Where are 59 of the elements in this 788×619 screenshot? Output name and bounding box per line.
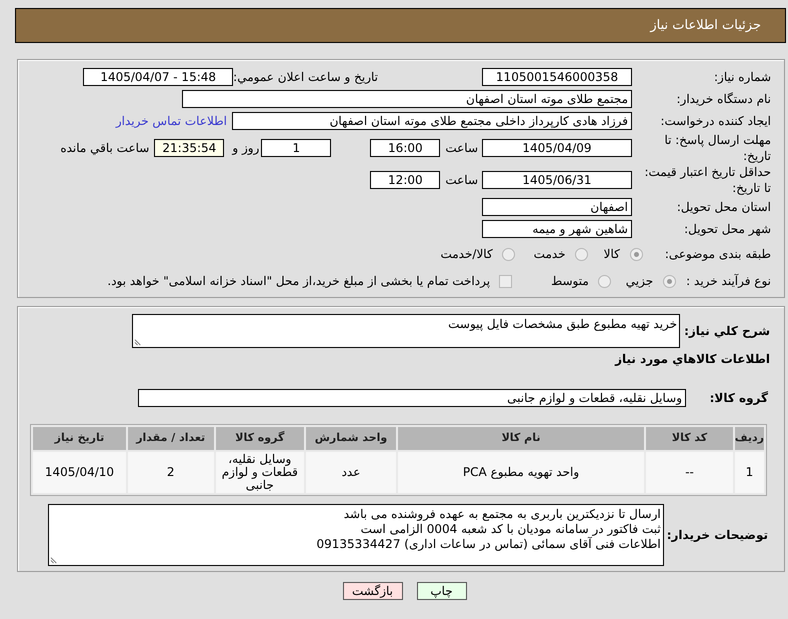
back-button[interactable]: بازگشت: [342, 582, 402, 600]
field-label: توضیحات خریدار:: [666, 527, 768, 544]
field-label: ساعت: [445, 140, 478, 157]
field-label: طبقه بندی موضوعی:: [664, 246, 771, 263]
text-field[interactable]: 1405/04/07 - 15:48: [83, 68, 234, 86]
field-label: حداقل تاریخ اعتبار قیمت: تا تاریخ:: [643, 164, 771, 196]
table-cell: 1: [734, 452, 764, 493]
field-label: متوسط: [551, 273, 589, 290]
text-field[interactable]: شاهین شهر و میمه: [482, 220, 632, 238]
table-cell: 1405/04/10: [33, 452, 126, 493]
table-cell: واحد تهویه مطبوع PCA: [398, 452, 644, 493]
field-label: نوع فرآیند خرید :: [686, 273, 771, 290]
field-label: جزيي: [626, 273, 654, 290]
description-field[interactable]: خرید تهیه مطبوع طبق مشخصات فایل پیوست: [132, 314, 680, 348]
resize-grip-icon[interactable]: [134, 337, 144, 346]
section-title: اطلاعات کالاهاي مورد نیاز: [614, 351, 770, 367]
field-label: تاریخ و ساعت اعلان عمومي:: [233, 69, 378, 86]
resize-grip-icon[interactable]: [50, 555, 59, 564]
table-cell: عدد: [306, 452, 396, 493]
table-cell: وسایل نقلیه، قطعات و لوازم جانبی: [216, 452, 304, 493]
date-field[interactable]: 1405/04/09: [482, 139, 632, 157]
goods-group-field[interactable]: وسایل نقلیه، قطعات و لوازم جانبی: [138, 389, 686, 407]
column-header: تاریخ نیاز: [33, 427, 126, 450]
remaining-time-field[interactable]: 21:35:54: [154, 139, 224, 157]
column-header: تعداد / مقدار: [128, 427, 214, 450]
field-label: شرح کلي نیاز:: [684, 323, 770, 340]
time-field[interactable]: 16:00: [370, 139, 440, 157]
column-header: واحد شمارش: [306, 427, 396, 450]
text-field[interactable]: اصفهان: [482, 198, 632, 216]
field-label: شهر محل تحویل:: [683, 221, 771, 238]
field-label: ایجاد کننده درخواست:: [659, 113, 771, 130]
days-field[interactable]: 1: [261, 139, 332, 157]
column-header: ردیف: [734, 427, 764, 450]
buyer-notes-field[interactable]: ارسال تا نزدیکترین باربری به مجتمع به عهده فروشنده می باشد ثبت فاکتور در سامانه مودیان با کد شعبه 0004 الزامی است اطلاعات فنی آقای سمائی (تماس در ساعات اداری) 09135334427: [48, 504, 664, 566]
field-label: استان محل تحویل:: [676, 199, 771, 216]
checkbox-label: پرداخت تمام یا بخشی از مبلغ خرید،از محل "اسناد خزانه اسلامی" خواهد بود.: [107, 273, 490, 290]
field-label: گروه کالا:: [708, 390, 768, 407]
text-field[interactable]: مجتمع طلای موته استان اصفهان: [182, 90, 632, 108]
date-field[interactable]: 1405/06/31: [482, 171, 632, 189]
time-field[interactable]: 12:00: [370, 171, 440, 189]
field-label: کالا: [604, 246, 620, 263]
page-title: جزئیات اطلاعات نیاز: [650, 16, 761, 35]
field-label: کالا/خدمت: [440, 246, 493, 263]
field-label: ساعت باقي مانده: [60, 140, 150, 157]
field-label: نام دستگاه خریدار:: [676, 91, 771, 108]
text-field[interactable]: 1105001546000358: [482, 68, 632, 86]
buyer-contact-link[interactable]: اطلاعات تماس خریدار: [116, 112, 227, 130]
text-field[interactable]: فرزاد هادی کارپرداز داخلی مجتمع طلای موته استان اصفهان: [232, 112, 632, 130]
column-header: گروه کالا: [216, 427, 304, 450]
column-header: نام کالا: [398, 427, 644, 450]
field-label: شماره نیاز:: [713, 69, 771, 86]
table-cell: 2: [128, 452, 214, 493]
table-cell: --: [646, 452, 733, 493]
field-label: خدمت: [534, 246, 566, 263]
field-label: مهلت ارسال پاسخ: تا تاریخ:: [663, 132, 771, 164]
print-button[interactable]: چاپ: [416, 582, 466, 600]
field-label: ساعت: [445, 172, 478, 189]
column-header: کد کالا: [646, 427, 733, 450]
field-label: روز و: [232, 140, 260, 157]
